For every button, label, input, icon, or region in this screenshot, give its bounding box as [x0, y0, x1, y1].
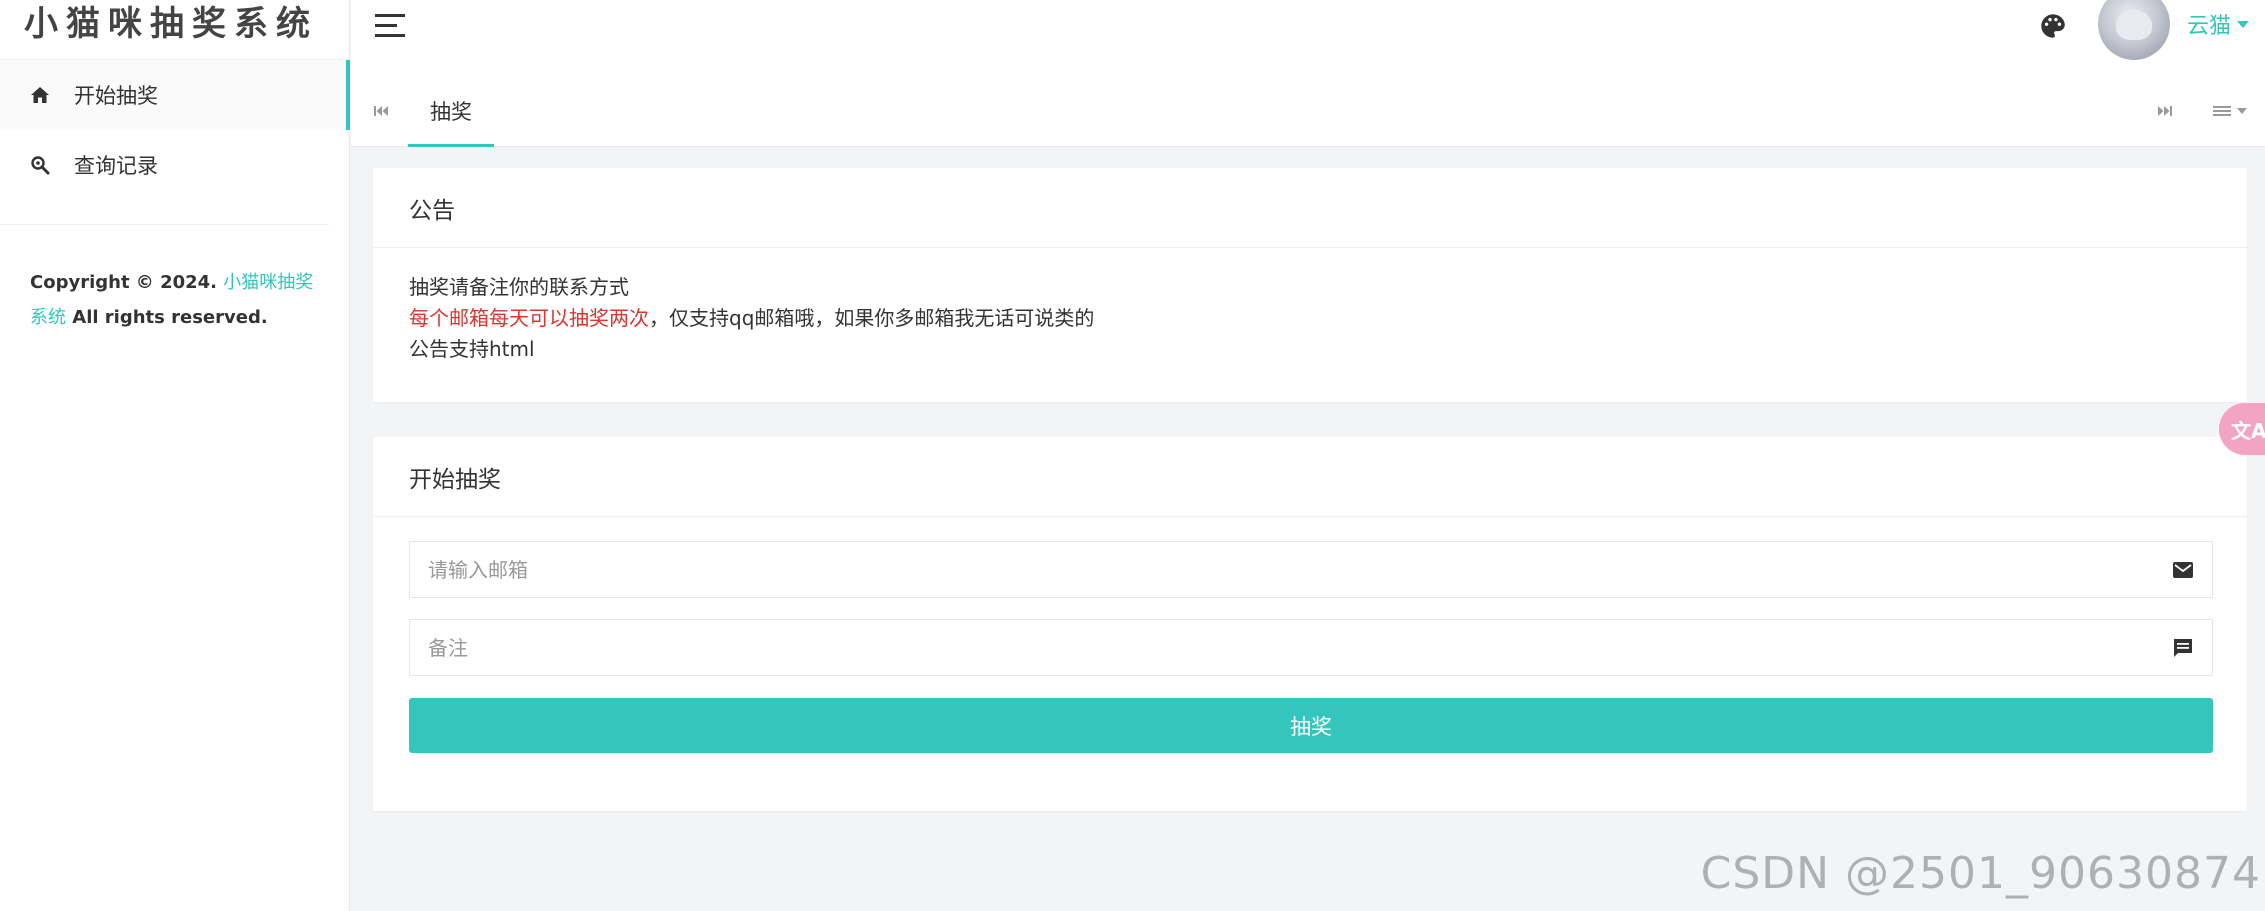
- copyright-suffix: All rights reserved.: [66, 307, 268, 328]
- tab-bar: 抽奖: [351, 77, 2265, 147]
- user-menu[interactable]: 云猫: [2187, 8, 2249, 40]
- tab-last-icon[interactable]: [2157, 103, 2173, 122]
- search-icon: [28, 153, 52, 177]
- avatar[interactable]: [2098, 0, 2170, 60]
- hamburger-line: [375, 14, 405, 17]
- copyright: Copyright © 2024. 小猫咪抽奖系统 All rights res…: [0, 225, 349, 335]
- translate-icon: 文A: [2231, 418, 2265, 443]
- notice-line-2: 每个邮箱每天可以抽奖两次，仅支持qq邮箱哦，如果你多邮箱我无话可说类的: [409, 303, 2211, 334]
- notice-line-2-rest: ，仅支持qq邮箱哦，如果你多邮箱我无话可说类的: [649, 306, 1095, 330]
- translate-float-button[interactable]: 文A: [2219, 403, 2265, 455]
- sidebar-item-records[interactable]: 查询记录: [0, 130, 349, 200]
- tab-menu-icon[interactable]: [2213, 104, 2247, 118]
- remark-input[interactable]: [410, 620, 2172, 675]
- sidebar-item-start-draw[interactable]: 开始抽奖: [0, 60, 350, 130]
- notice-highlight: 每个邮箱每天可以抽奖两次: [409, 306, 649, 330]
- mail-icon: [2172, 559, 2194, 581]
- hamburger-line: [375, 34, 405, 37]
- chevron-down-icon: [2237, 108, 2247, 114]
- email-input[interactable]: [410, 542, 2172, 597]
- sidebar-item-label: 开始抽奖: [74, 84, 158, 108]
- notice-line-1: 抽奖请备注你的联系方式: [409, 275, 629, 299]
- home-icon: [28, 83, 52, 107]
- hamburger-line: [375, 24, 397, 27]
- menu-toggle-button[interactable]: [375, 14, 405, 38]
- sidebar: 小猫咪抽奖系统 开始抽奖 查询记录 Copyright © 2024. 小猫咪抽…: [0, 0, 350, 911]
- draw-title: 开始抽奖: [373, 437, 2247, 517]
- notice-body: 抽奖请备注你的联系方式 每个邮箱每天可以抽奖两次，仅支持qq邮箱哦，如果你多邮箱…: [373, 248, 2247, 389]
- notice-title: 公告: [373, 168, 2247, 248]
- remark-field: [409, 619, 2213, 676]
- sidebar-nav: 开始抽奖 查询记录: [0, 59, 350, 200]
- app-logo[interactable]: 小猫咪抽奖系统: [0, 0, 349, 59]
- palette-icon[interactable]: [2039, 12, 2067, 44]
- draw-button[interactable]: 抽奖: [409, 698, 2213, 753]
- watermark: CSDN @2501_90630874: [1700, 848, 2261, 899]
- app-title: 小猫咪抽奖系统: [24, 4, 318, 44]
- comment-icon: [2172, 637, 2194, 659]
- notice-card: 公告 抽奖请备注你的联系方式 每个邮箱每天可以抽奖两次，仅支持qq邮箱哦，如果你…: [373, 168, 2247, 402]
- username-label: 云猫: [2186, 14, 2231, 39]
- tab-first-icon[interactable]: [373, 103, 389, 122]
- tab-label: 抽奖: [430, 99, 472, 124]
- draw-card: 开始抽奖 抽奖: [373, 437, 2247, 811]
- sidebar-item-label: 查询记录: [74, 154, 158, 178]
- copyright-prefix: Copyright © 2024.: [30, 272, 218, 293]
- top-bar: 云猫: [351, 0, 2265, 77]
- notice-line-3: 公告支持html: [409, 337, 535, 361]
- tab-draw[interactable]: 抽奖: [408, 77, 494, 147]
- email-field: [409, 541, 2213, 598]
- caret-down-icon: [2237, 20, 2249, 28]
